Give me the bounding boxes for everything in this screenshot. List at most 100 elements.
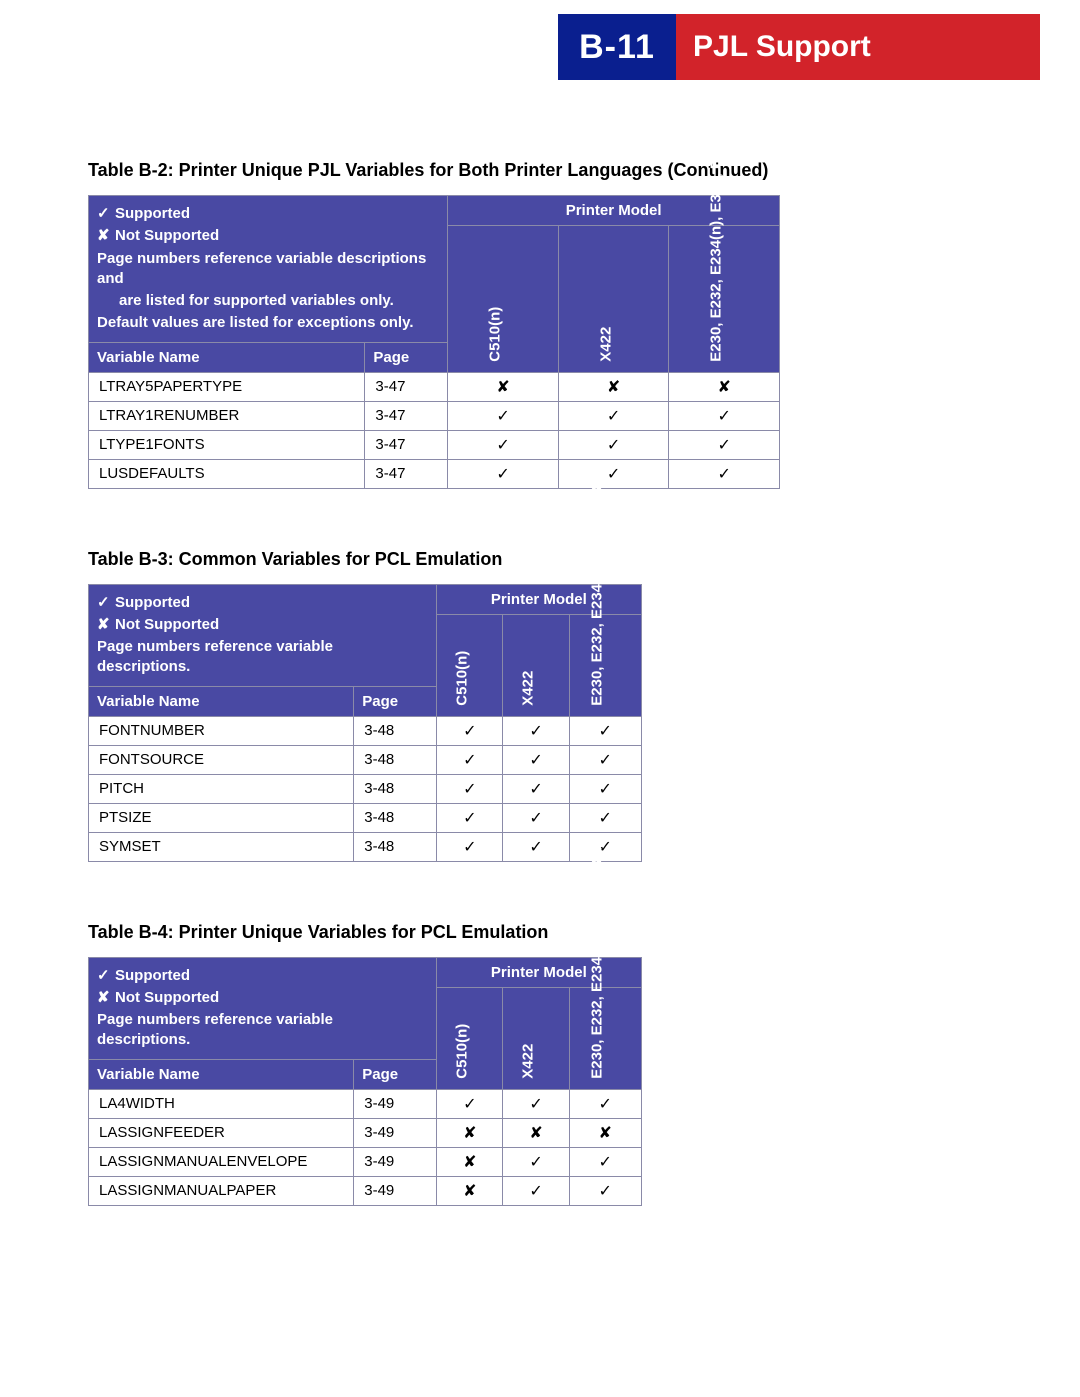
table-row: FONTNUMBER3-48✓✓✓ — [89, 716, 642, 745]
cross-icon: ✘ — [97, 988, 115, 1008]
table-row: PTSIZE3-48✓✓✓ — [89, 803, 642, 832]
support-mark: ✓ — [503, 774, 569, 803]
support-mark: ✓ — [503, 1147, 569, 1176]
page-cell: 3-49 — [354, 1118, 437, 1147]
printer-model-header: Printer Model — [448, 196, 780, 226]
table-row: FONTSOURCE3-48✓✓✓ — [89, 745, 642, 774]
printer-model-header: Printer Model — [437, 957, 641, 987]
support-mark: ✓ — [437, 716, 503, 745]
table-row: LTRAY1RENUMBER3-47✓✓✓ — [89, 401, 780, 430]
legend-note-short: Page numbers reference variable descript… — [97, 1010, 428, 1051]
page-header-col: Page — [354, 686, 437, 716]
page-cell: 3-48 — [354, 716, 437, 745]
legend-supported: Supported — [115, 205, 190, 222]
support-mark: ✓ — [437, 803, 503, 832]
support-mark: ✓ — [503, 745, 569, 774]
table-row: PITCH3-48✓✓✓ — [89, 774, 642, 803]
table-b3-title: Table B-3: Common Variables for PCL Emul… — [88, 549, 780, 570]
support-mark: ✓ — [669, 430, 780, 459]
chapter-number: B-11 — [579, 28, 655, 67]
legend-not-supported: Not Supported — [115, 616, 219, 633]
table-b4-title: Table B-4: Printer Unique Variables for … — [88, 922, 780, 943]
support-mark: ✓ — [437, 745, 503, 774]
col-e-series: E230, E232, E234(n), E330, E332n — [669, 226, 780, 373]
support-mark: ✓ — [558, 401, 669, 430]
support-mark: ✓ — [503, 1176, 569, 1205]
variable-name-cell: LASSIGNFEEDER — [89, 1118, 354, 1147]
cross-icon: ✘ — [97, 226, 115, 246]
page-cell: 3-48 — [354, 774, 437, 803]
support-mark: ✓ — [669, 459, 780, 488]
support-mark: ✓ — [437, 774, 503, 803]
col-e-series: E230, E232, E234(n), E330, E332n — [569, 987, 641, 1089]
legend-not-supported: Not Supported — [115, 227, 219, 244]
col-x422: X422 — [558, 226, 669, 373]
page-content: Table B-2: Printer Unique PJL Variables … — [0, 90, 1080, 1206]
variable-name-cell: SYMSET — [89, 832, 354, 861]
col-c510n: C510(n) — [437, 614, 503, 716]
page-cell: 3-48 — [354, 832, 437, 861]
support-mark: ✓ — [558, 430, 669, 459]
legend-cell: ✓Supported ✘Not Supported Page numbers r… — [89, 957, 437, 1059]
table-b2-title: Table B-2: Printer Unique PJL Variables … — [88, 160, 780, 181]
page-header-col: Page — [365, 342, 448, 372]
table-row: LUSDEFAULTS3-47✓✓✓ — [89, 459, 780, 488]
support-mark: ✓ — [448, 401, 559, 430]
legend-note-short: Page numbers reference variable descript… — [97, 637, 428, 678]
support-mark: ✓ — [569, 1147, 641, 1176]
check-icon: ✓ — [97, 966, 115, 986]
variable-name-cell: PTSIZE — [89, 803, 354, 832]
col-c510n: C510(n) — [448, 226, 559, 373]
support-mark: ✓ — [569, 1176, 641, 1205]
support-mark: ✓ — [437, 832, 503, 861]
variable-name-cell: LA4WIDTH — [89, 1089, 354, 1118]
col-x422: X422 — [503, 987, 569, 1089]
support-mark: ✓ — [669, 401, 780, 430]
support-mark: ✓ — [569, 774, 641, 803]
col-x422: X422 — [503, 614, 569, 716]
support-mark: ✓ — [503, 803, 569, 832]
support-mark: ✘ — [437, 1176, 503, 1205]
support-mark: ✘ — [558, 372, 669, 401]
support-mark: ✘ — [437, 1147, 503, 1176]
col-c510n: C510(n) — [437, 987, 503, 1089]
table-b3: ✓Supported ✘Not Supported Page numbers r… — [88, 584, 642, 862]
support-mark: ✓ — [569, 745, 641, 774]
support-mark: ✓ — [437, 1089, 503, 1118]
support-mark: ✓ — [503, 1089, 569, 1118]
support-mark: ✓ — [569, 1089, 641, 1118]
table-row: LA4WIDTH3-49✓✓✓ — [89, 1089, 642, 1118]
legend-supported: Supported — [115, 594, 190, 611]
support-mark: ✓ — [503, 716, 569, 745]
page-cell: 3-47 — [365, 401, 448, 430]
legend-cell: ✓Supported ✘Not Supported Page numbers r… — [89, 584, 437, 686]
variable-name-cell: PITCH — [89, 774, 354, 803]
page-cell: 3-47 — [365, 459, 448, 488]
support-mark: ✓ — [569, 803, 641, 832]
page-cell: 3-47 — [365, 372, 448, 401]
support-mark: ✘ — [669, 372, 780, 401]
support-mark: ✘ — [503, 1118, 569, 1147]
page-cell: 3-47 — [365, 430, 448, 459]
check-icon: ✓ — [97, 593, 115, 613]
support-mark: ✘ — [448, 372, 559, 401]
variable-name-cell: LTRAY5PAPERTYPE — [89, 372, 365, 401]
variable-name-header: Variable Name — [89, 686, 354, 716]
support-mark: ✘ — [437, 1118, 503, 1147]
legend-cell: ✓Supported ✘Not Supported Page numbers r… — [89, 196, 448, 343]
table-row: LASSIGNMANUALENVELOPE3-49✘✓✓ — [89, 1147, 642, 1176]
printer-model-header: Printer Model — [437, 584, 641, 614]
legend-note-b: are listed for supported variables only. — [119, 291, 439, 311]
table-row: LASSIGNFEEDER3-49✘✘✘ — [89, 1118, 642, 1147]
variable-name-cell: LUSDEFAULTS — [89, 459, 365, 488]
variable-name-cell: LTRAY1RENUMBER — [89, 401, 365, 430]
table-b4: ✓Supported ✘Not Supported Page numbers r… — [88, 957, 642, 1206]
variable-name-cell: FONTNUMBER — [89, 716, 354, 745]
variable-name-cell: LASSIGNMANUALENVELOPE — [89, 1147, 354, 1176]
table-row: LTYPE1FONTS3-47✓✓✓ — [89, 430, 780, 459]
page-cell: 3-48 — [354, 745, 437, 774]
legend-note-a: Page numbers reference variable descript… — [97, 249, 439, 290]
page-cell: 3-49 — [354, 1176, 437, 1205]
table-row: LTRAY5PAPERTYPE3-47✘✘✘ — [89, 372, 780, 401]
support-mark: ✓ — [558, 459, 669, 488]
